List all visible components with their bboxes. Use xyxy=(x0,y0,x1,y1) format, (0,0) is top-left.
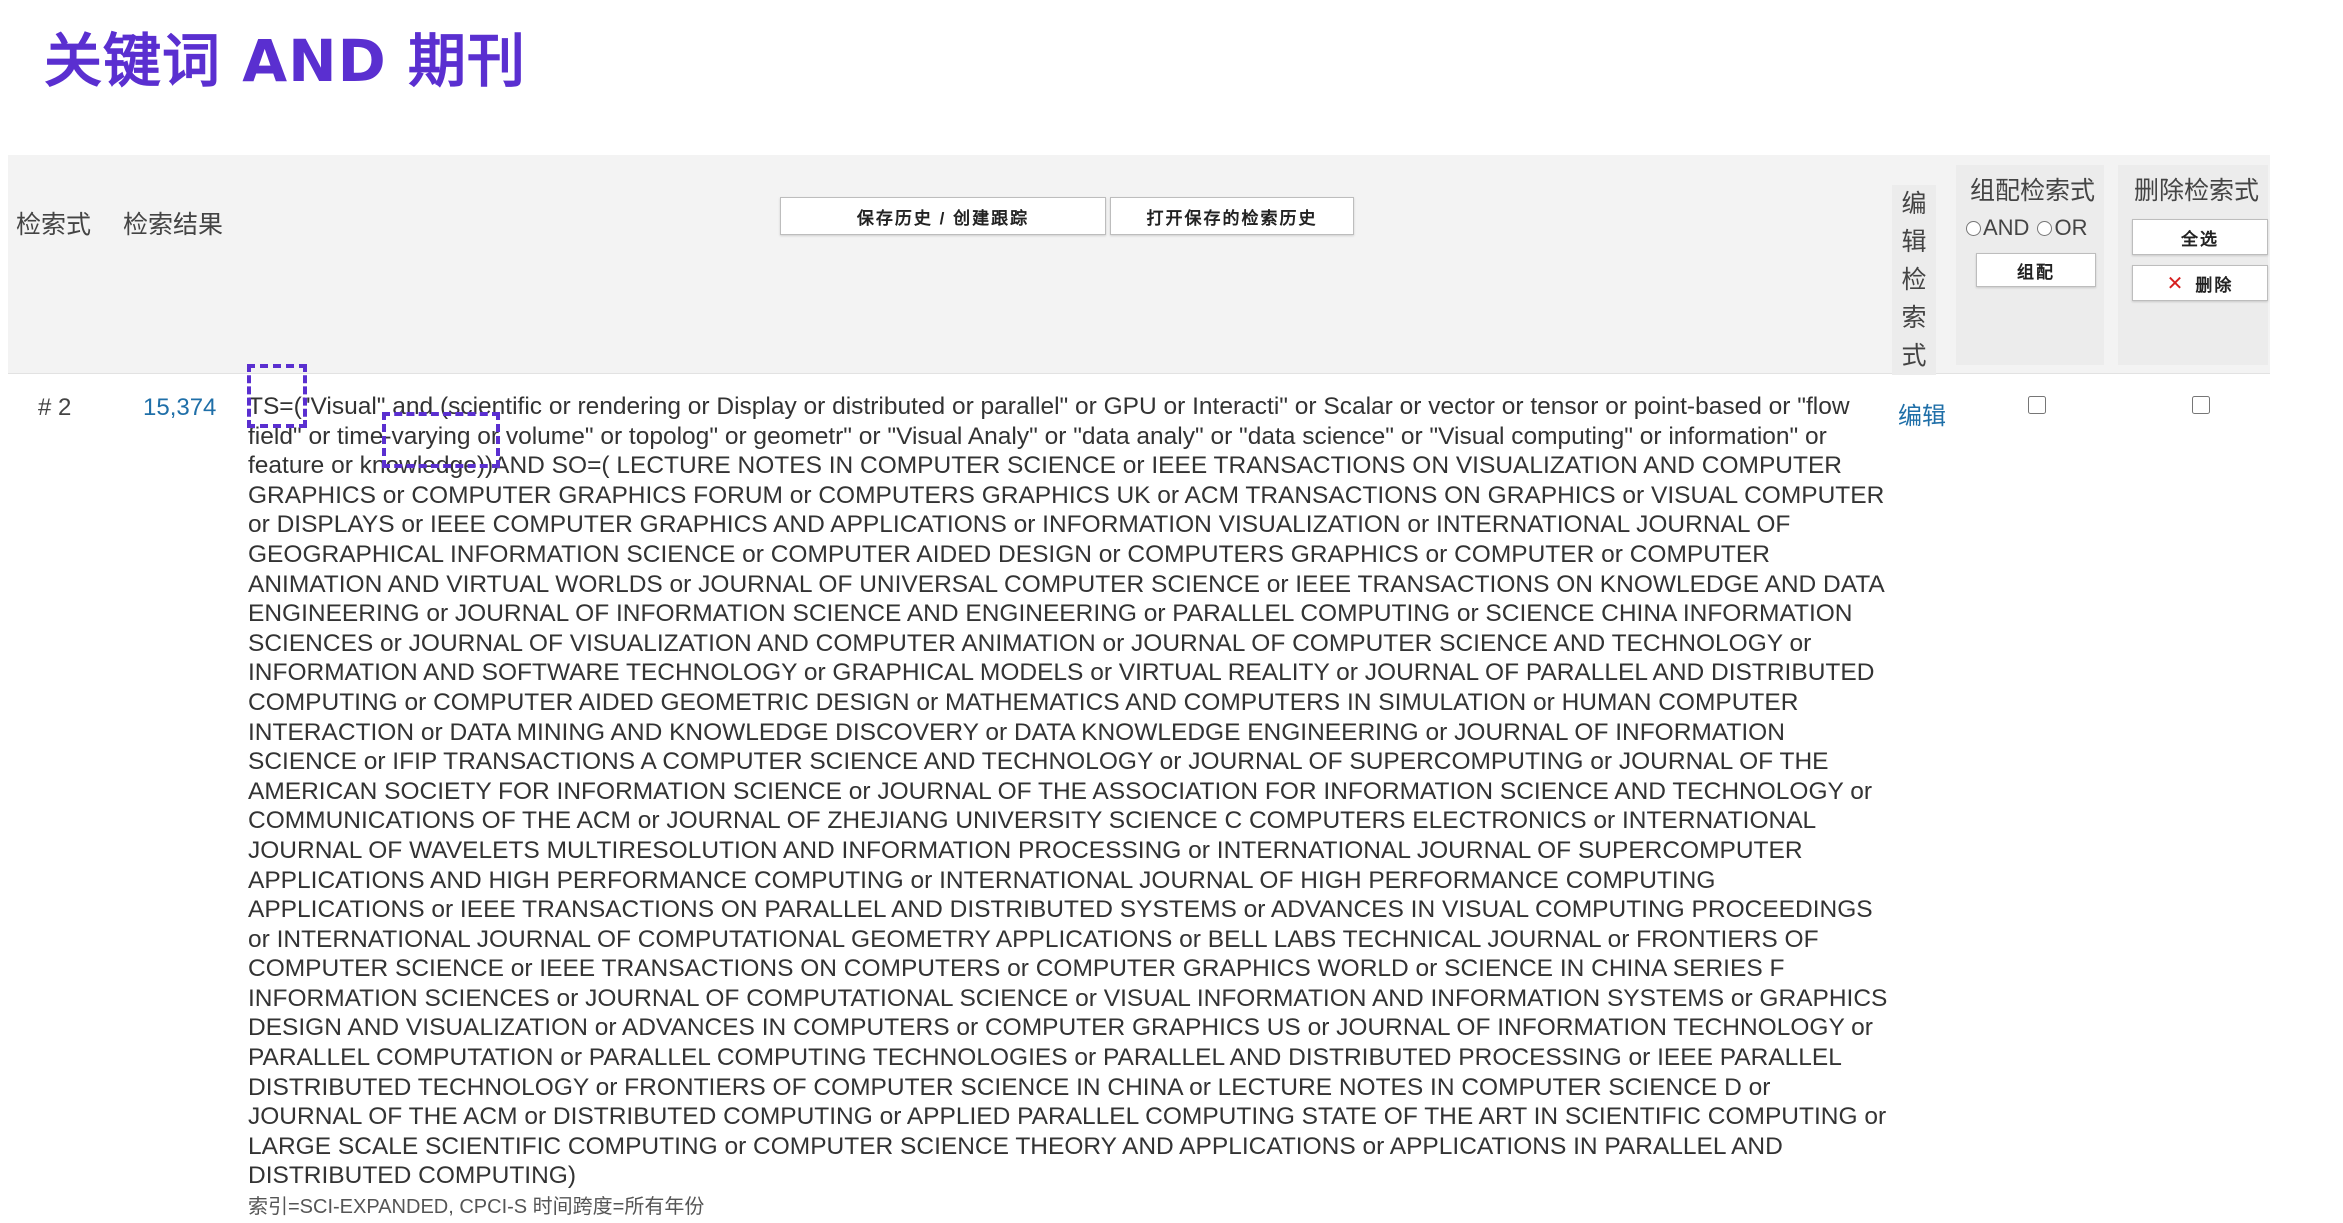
header-edit-char: 式 xyxy=(1901,342,1927,370)
header-edit-char: 索 xyxy=(1901,304,1927,332)
header-combine-column: 组配检索式 AND OR 组配 xyxy=(1956,165,2104,365)
combine-checkbox[interactable] xyxy=(2028,396,2046,414)
delete-checkbox[interactable] xyxy=(2192,396,2210,414)
header-edit-char: 辑 xyxy=(1901,228,1927,256)
combine-or-option[interactable]: OR xyxy=(2037,215,2087,241)
header-results-column: 检索结果 xyxy=(123,211,224,239)
combine-title: 组配检索式 xyxy=(1970,177,2096,205)
header-edit-char: 编 xyxy=(1901,190,1927,218)
combine-and-label: AND xyxy=(1983,215,2030,240)
combine-operator-group: AND OR xyxy=(1966,215,2104,241)
close-icon: ✕ xyxy=(2166,272,2186,295)
combine-and-radio[interactable] xyxy=(1966,220,1981,236)
combine-or-radio[interactable] xyxy=(2037,220,2053,236)
header-edit-char: 检 xyxy=(1901,266,1927,294)
select-all-button[interactable]: 全选 xyxy=(2132,219,2268,255)
highlight-so-box xyxy=(382,412,500,468)
header-query-column: 检索式 xyxy=(16,211,92,239)
row-number: # 2 xyxy=(38,394,72,421)
delete-button-label: 删除 xyxy=(2195,275,2234,295)
highlight-ts-box xyxy=(247,364,307,428)
query-so-label: AND SO= xyxy=(493,452,602,480)
query-text: TS=("Visual" and (scientific or renderin… xyxy=(248,392,1888,1223)
edit-query-link[interactable]: 编辑 xyxy=(1898,396,1946,431)
search-history-table: 检索式 检索结果 保存历史 / 创建跟踪 打开保存的检索历史 编 辑 检 索 式… xyxy=(8,155,2270,1218)
combine-and-option[interactable]: AND xyxy=(1966,215,2029,241)
delete-title: 删除检索式 xyxy=(2134,177,2260,205)
header-delete-column: 删除检索式 全选 ✕ 删除 xyxy=(2118,165,2268,365)
query-meta: 索引=SCI-EXPANDED, CPCI-S 时间跨度=所有年份 xyxy=(248,1196,705,1219)
combine-button[interactable]: 组配 xyxy=(1976,253,2096,287)
header-edit-column: 编 辑 检 索 式 xyxy=(1892,185,1936,375)
combine-or-label: OR xyxy=(2054,215,2088,240)
delete-button[interactable]: ✕ 删除 xyxy=(2132,265,2268,301)
result-count-link[interactable]: 15,374 xyxy=(143,394,216,422)
save-history-button[interactable]: 保存历史 / 创建跟踪 xyxy=(780,197,1106,235)
table-header: 检索式 检索结果 保存历史 / 创建跟踪 打开保存的检索历史 编 辑 检 索 式… xyxy=(8,155,2270,375)
table-row: # 2 15,374 TS=("Visual" and (scientific … xyxy=(8,364,2270,1218)
slide-title: 关键词 AND 期刊 xyxy=(44,27,526,95)
open-saved-history-button[interactable]: 打开保存的检索历史 xyxy=(1110,197,1354,235)
query-so-body: ( LECTURE NOTES IN COMPUTER SCIENCE or I… xyxy=(248,452,1888,1190)
